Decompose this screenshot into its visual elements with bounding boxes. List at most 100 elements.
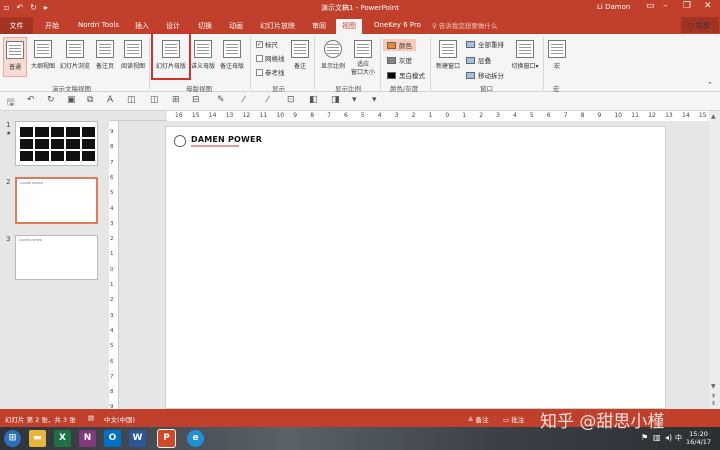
tell-me-search[interactable]: ♀ 告诉我您想要做什么 — [432, 20, 497, 30]
notes-page-button[interactable]: 备注页 — [93, 40, 117, 70]
outlook-icon[interactable]: O — [104, 430, 121, 447]
redo-icon[interactable]: ↻ — [47, 95, 55, 105]
spell-check-icon[interactable]: ▤ — [88, 414, 94, 422]
ruler-tick-label: 7 — [110, 159, 114, 166]
color-button[interactable]: 颜色 — [383, 39, 416, 51]
move-split-button[interactable]: 移动拆分 — [466, 70, 504, 80]
cascade-button[interactable]: 层叠 — [466, 55, 491, 65]
ribbon-display-icon[interactable]: ▭ — [646, 1, 655, 11]
tab-design[interactable]: 设计 — [166, 21, 180, 31]
arrange-all-button[interactable]: 全部重排 — [466, 39, 504, 49]
zoom-button[interactable]: 显示比例 — [318, 40, 348, 70]
excel-icon[interactable]: X — [54, 430, 71, 447]
clock[interactable]: 15:20 16/4/17 — [686, 430, 711, 446]
ie-icon[interactable]: e — [187, 430, 204, 447]
separator — [543, 37, 544, 90]
outline-icon[interactable]: ◨ — [331, 95, 340, 105]
normal-view-button[interactable]: 普通 — [3, 37, 27, 77]
ruler-tick-label: 8 — [110, 144, 114, 151]
restore-icon[interactable]: ❐ — [683, 1, 691, 11]
new-window-button[interactable]: 新建窗口 — [433, 40, 463, 70]
customize-qat-icon[interactable]: ▾ — [372, 95, 377, 105]
vertical-scrollbar[interactable]: ▲ ▼ ⇞ ⇟ — [709, 111, 720, 409]
next-slide-icon[interactable]: ⇟ — [711, 400, 716, 407]
slide-thumbnail-2[interactable]: DAMEN POWER — [15, 177, 98, 224]
copy-icon[interactable]: ⧉ — [87, 95, 93, 105]
minimize-icon[interactable]: – — [663, 1, 668, 11]
slide-thumbnail-1[interactable] — [15, 121, 98, 166]
reading-view-button[interactable]: 阅读视图 — [119, 40, 147, 70]
brand-underline — [191, 145, 239, 147]
notes-toggle[interactable]: ≜ 备注 — [468, 414, 489, 424]
tab-view[interactable]: 视图 — [336, 19, 362, 34]
macros-label: 宏 — [553, 63, 560, 70]
share-button[interactable]: ⚇ 共享 — [681, 17, 719, 33]
user-name[interactable]: Li Damon — [597, 3, 630, 11]
tell-me-text: 告诉我您想要做什么 — [438, 22, 498, 30]
switch-window-button[interactable]: 切换窗口▾ — [510, 40, 540, 70]
shapes-icon[interactable]: ◫ — [127, 95, 136, 105]
slide-thumbnail-3[interactable]: DAMEN POWER — [15, 235, 98, 280]
tray-volume-icon[interactable]: ◂) — [665, 433, 672, 442]
language[interactable]: 中文(中国) — [104, 414, 135, 424]
outline-view-button[interactable]: 大纲视图 — [29, 40, 57, 70]
tray-flag-icon[interactable]: ⚑ — [641, 433, 648, 442]
undo-icon[interactable]: ↶ — [27, 95, 35, 105]
group-icon[interactable]: ⊡ — [287, 95, 295, 105]
format-painter-icon[interactable]: ✎ — [217, 95, 225, 105]
file-explorer-icon[interactable]: ▬ — [29, 430, 46, 447]
slideshow-icon[interactable]: ▣ — [67, 95, 76, 105]
new-window-label: 新建窗口 — [435, 63, 460, 70]
checkbox-box — [256, 68, 263, 76]
tab-nordri-tools[interactable]: Nordri Tools — [78, 21, 119, 29]
slide-sorter-button[interactable]: 幻灯片浏览 — [59, 40, 91, 70]
share-label: 共享 — [695, 22, 710, 30]
brand-text[interactable]: DAMEN POWER — [191, 135, 262, 144]
prev-slide-icon[interactable]: ⇞ — [711, 393, 716, 400]
eyedropper2-icon[interactable]: ⁄ — [267, 95, 269, 105]
word-icon[interactable]: W — [129, 430, 146, 447]
tab-review[interactable]: 审阅 — [312, 21, 326, 31]
arrange-icon[interactable]: ⊟ — [192, 95, 200, 105]
collapse-ribbon-icon[interactable]: ⌃ — [707, 81, 713, 89]
color-swatch-icon — [387, 41, 396, 49]
powerpoint-icon[interactable]: P — [157, 429, 176, 448]
eyedropper-icon[interactable]: ⁄ — [243, 95, 245, 105]
scroll-down-icon[interactable]: ▼ — [711, 383, 716, 390]
text-icon[interactable]: A — [107, 95, 113, 105]
paint-bucket-icon[interactable]: ▾ — [352, 95, 357, 105]
grayscale-button[interactable]: 灰度 — [387, 55, 412, 65]
shapes2-icon[interactable]: ◫ — [150, 95, 159, 105]
tab-home[interactable]: 开始 — [45, 21, 59, 31]
comments-toggle[interactable]: ▭ 批注 — [503, 414, 524, 424]
tab-file[interactable]: 文件 — [0, 17, 33, 34]
fill-icon[interactable]: ◧ — [309, 95, 318, 105]
guides-checkbox[interactable]: 参考线 — [256, 67, 285, 77]
tray-network-icon[interactable]: ▥ — [653, 433, 661, 442]
quick-access-toolbar: 🖫 ↶ ↻ ▣ ⧉ A ◫ ◫ ⊞ ⊟ ✎ ⁄ ⁄ ⊡ ◧ ◨ ▾ ▾ — [0, 92, 720, 111]
start-button-icon[interactable]: ⊞ — [4, 430, 21, 447]
ruler-tick-label: 4 — [513, 112, 517, 119]
align-icon[interactable]: ⊞ — [172, 95, 180, 105]
tab-animations[interactable]: 动画 — [229, 21, 243, 31]
onenote-icon[interactable]: N — [79, 430, 96, 447]
scroll-up-icon[interactable]: ▲ — [711, 113, 716, 120]
gridlines-checkbox[interactable]: 网格线 — [256, 53, 285, 63]
tab-slideshow[interactable]: 幻灯片放映 — [260, 21, 295, 31]
notes-button[interactable]: 备注 — [289, 40, 311, 70]
handout-master-button[interactable]: 讲义母版 — [190, 40, 216, 70]
current-slide[interactable]: DAMEN POWER — [165, 126, 666, 409]
vertical-ruler: 9876543210123456789 — [109, 121, 119, 411]
notes-master-button[interactable]: 备注母版 — [218, 40, 246, 70]
save-icon[interactable]: 🖫 — [7, 95, 15, 111]
tab-transitions[interactable]: 切换 — [198, 21, 212, 31]
fit-window-button[interactable]: 适应 窗口大小 — [348, 40, 378, 77]
macros-button[interactable]: 宏 — [546, 40, 568, 70]
ruler-tick-label: 13 — [225, 112, 234, 119]
ruler-checkbox[interactable]: ✓ 标尺 — [256, 39, 278, 49]
tab-insert[interactable]: 插入 — [135, 21, 149, 31]
black-white-button[interactable]: 黑白模式 — [387, 70, 425, 80]
tray-ime-icon[interactable]: 中 — [675, 433, 682, 443]
tab-onekey[interactable]: OneKey 6 Pro — [374, 21, 421, 29]
close-icon[interactable]: ✕ — [704, 1, 712, 11]
